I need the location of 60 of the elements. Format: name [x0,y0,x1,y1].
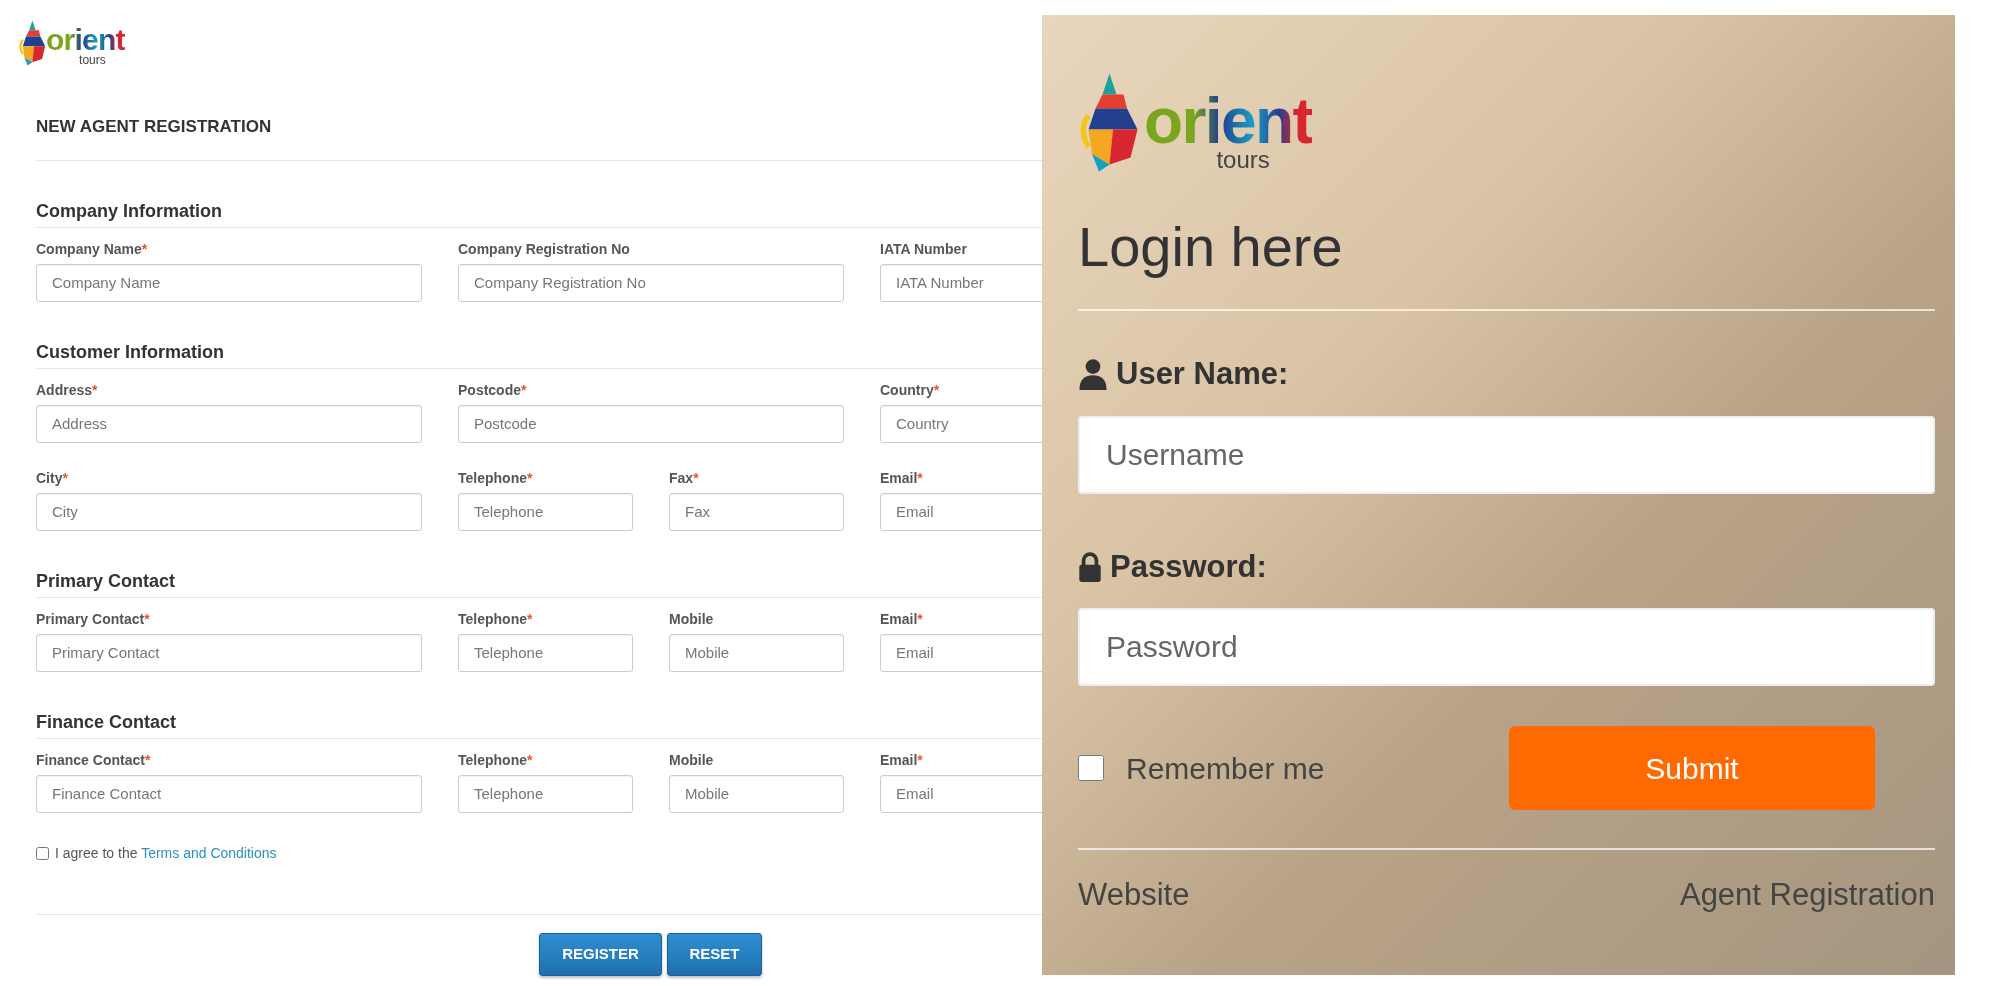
field-label: Email* [880,468,924,487]
field-label: Company Name* [36,239,149,258]
terms-link[interactable]: Terms and Conditions [141,844,277,861]
field-label: Mobile [669,609,715,628]
field-label: Country* [880,380,941,399]
password-field[interactable]: Password [1078,608,1935,686]
input-field[interactable]: Postcode [458,404,844,443]
remember-label: Remember me [1126,750,1325,787]
field-label: IATA Number [880,239,968,258]
field-label: Company Registration No [458,239,631,258]
section-heading: Finance Contact [36,710,178,734]
registration-link[interactable]: Agent Registration [1679,872,1935,919]
input-field[interactable]: Email [880,492,1042,531]
field-label: Telephone* [458,609,534,628]
input-field[interactable]: Email [880,774,1042,813]
input-field[interactable]: Email [880,633,1042,672]
input-field[interactable]: Fax [669,492,844,531]
field-label: Mobile [669,750,715,769]
input-field[interactable]: Telephone [458,774,633,813]
terms-text: I agree to the Terms and Conditions [55,843,277,863]
reset-button[interactable]: RESET [667,932,762,976]
register-button[interactable]: REGISTER [539,932,662,976]
field-label: Password: [1110,547,1267,586]
field-label: Telephone* [458,750,534,769]
lock-icon [1078,551,1102,582]
input-field[interactable]: Mobile [669,774,844,813]
input-field[interactable]: IATA Number [880,263,1042,302]
input-field[interactable]: Primary Contact [36,633,422,672]
field-label: Telephone* [458,468,534,487]
logo-tagline: tours [79,54,106,66]
input-field[interactable]: Company Name [36,263,422,302]
input-field[interactable]: Address [36,404,422,443]
section-heading: Customer Information [36,340,225,364]
input-field[interactable]: Telephone [458,492,633,531]
remember-checkbox[interactable] [1078,755,1104,781]
logo-tagline: tours [1216,149,1270,171]
field-label: Email* [880,750,924,769]
input-field[interactable]: Finance Contact [36,774,422,813]
section-heading: Primary Contact [36,569,177,593]
submit-button[interactable]: Submit [1509,726,1875,810]
field-label: Address* [36,380,99,399]
user-icon [1078,358,1108,391]
input-field[interactable]: Mobile [669,633,844,672]
field-label: Primary Contact* [36,609,151,628]
field-label: Fax* [669,468,700,487]
input-field[interactable]: City [36,492,422,531]
field-label: Email* [880,609,924,628]
input-field[interactable]: Company Registration No [458,263,844,302]
field-label: Postcode* [458,380,528,399]
page-title: NEW AGENT REGISTRATION [36,116,273,138]
login-heading: Login here [1078,215,1344,279]
field-label: User Name: [1116,355,1289,393]
field-label: Finance Contact* [36,750,152,769]
terms-checkbox[interactable] [36,846,49,860]
input-field[interactable]: Country [880,404,1042,443]
website-link[interactable]: Website [1078,872,1190,919]
section-heading: Company Information [36,199,223,223]
username-field[interactable]: Username [1078,415,1935,494]
field-label: City* [36,468,69,487]
input-field[interactable]: Telephone [458,633,633,672]
